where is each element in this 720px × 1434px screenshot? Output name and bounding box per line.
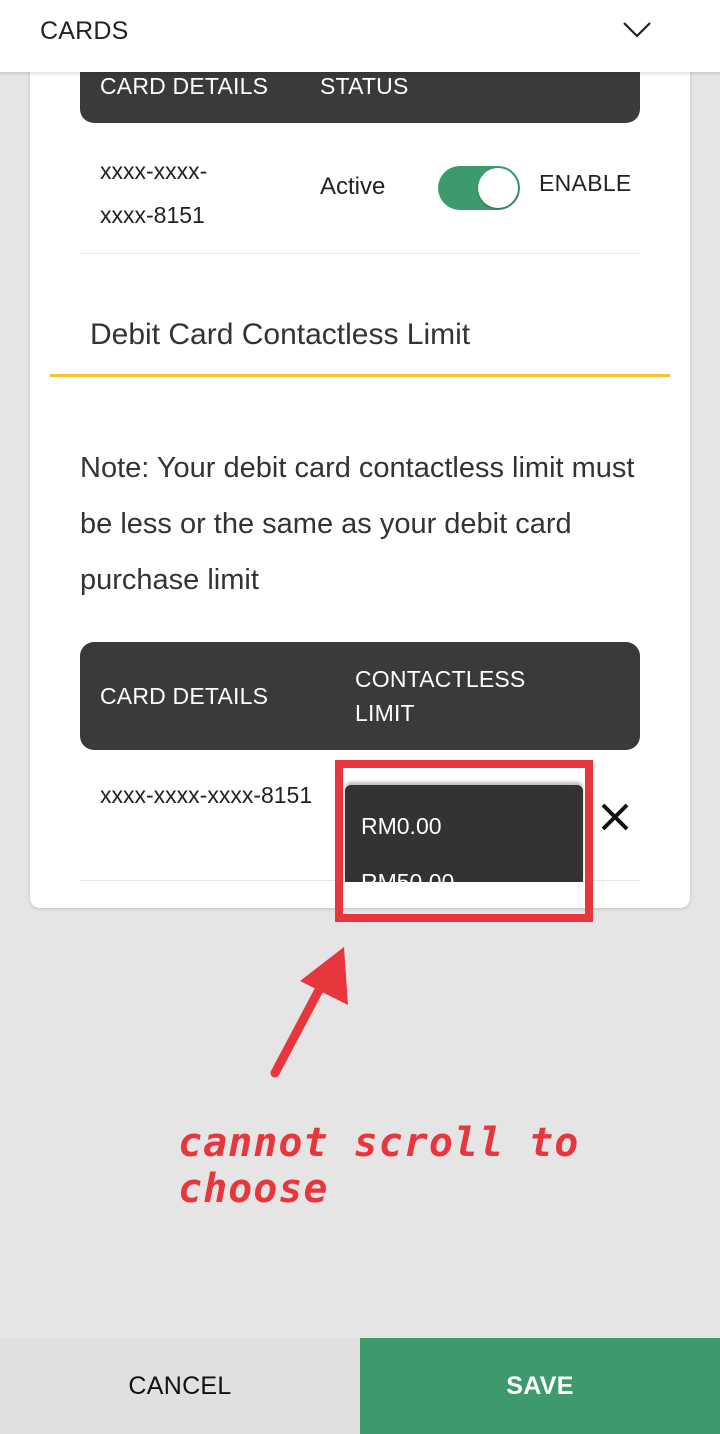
annotation-text: cannot scroll to choose	[178, 1120, 580, 1212]
section-title: Debit Card Contactless Limit	[90, 318, 471, 351]
top-bar: CARDS	[0, 0, 720, 72]
card-number: xxxx-xxxx-xxxx-8151	[100, 782, 313, 808]
section-underline	[50, 374, 670, 377]
column-header-card-details: CARD DETAILS	[100, 73, 269, 99]
page-title: CARDS	[40, 17, 129, 45]
annotation-arrow-icon	[270, 947, 348, 1078]
status-badge: Active	[320, 173, 386, 200]
cancel-button[interactable]: CANCEL	[0, 1338, 360, 1434]
chevron-down-icon[interactable]	[622, 18, 652, 40]
toggle-label: ENABLE	[539, 170, 632, 196]
column-header-status: STATUS	[320, 73, 409, 99]
table-row: xxxx-xxxx-xxxx-8151 Active ENABLE	[80, 123, 640, 254]
enable-toggle[interactable]	[438, 166, 520, 210]
column-header-contactless-limit: CONTACTLESS LIMIT	[355, 666, 526, 726]
card-number: xxxx-xxxx-xxxx-8151	[100, 158, 208, 228]
save-button[interactable]: SAVE	[360, 1338, 720, 1434]
toggle-knob	[478, 168, 518, 208]
note-text: Note: Your debit card contactless limit …	[80, 452, 635, 596]
column-header-card-details: CARD DETAILS	[100, 683, 269, 709]
annotation-highlight-box	[335, 760, 593, 922]
limit-table-header: CARD DETAILS CONTACTLESS LIMIT	[80, 642, 640, 750]
close-icon[interactable]	[598, 800, 632, 834]
